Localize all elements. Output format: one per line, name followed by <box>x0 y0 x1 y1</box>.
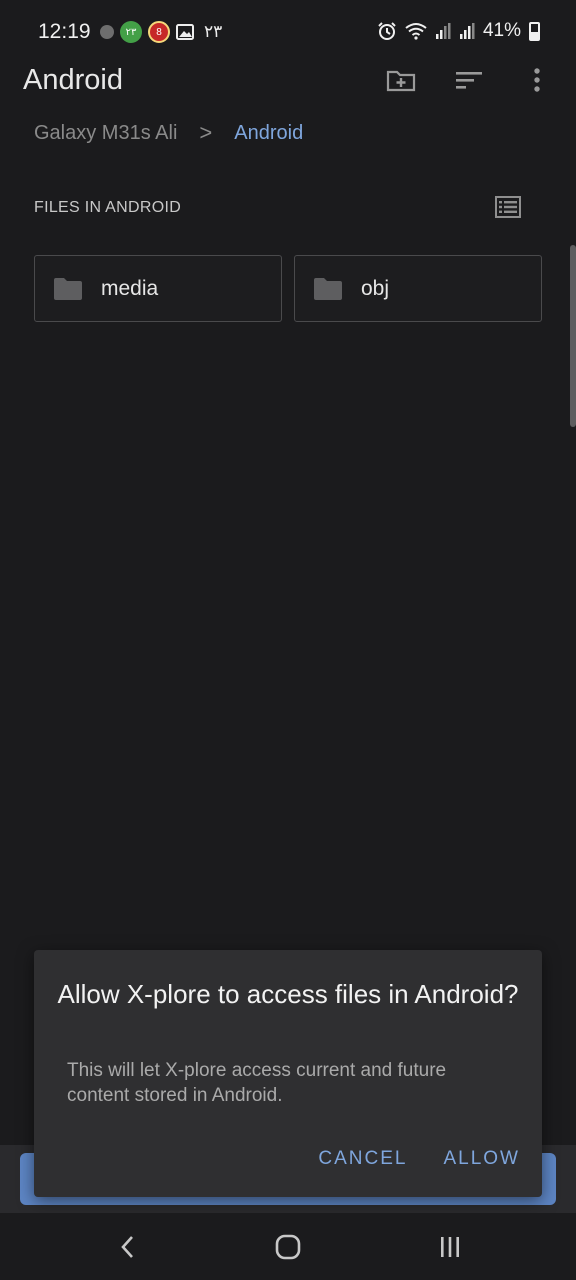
dialog-actions: CANCEL ALLOW <box>318 1148 520 1170</box>
folder-icon <box>54 277 82 300</box>
more-options-button[interactable] <box>520 62 554 98</box>
folder-name: obj <box>361 276 390 300</box>
breadcrumb-root[interactable]: Galaxy M31s Ali <box>34 122 177 145</box>
home-button[interactable] <box>268 1231 308 1263</box>
sort-icon <box>456 72 482 89</box>
sort-button[interactable] <box>452 62 486 98</box>
folder-icon <box>314 277 342 300</box>
folder-name: media <box>101 276 159 300</box>
cancel-button[interactable]: CANCEL <box>318 1148 407 1170</box>
battery-icon <box>529 21 540 41</box>
folder-item-obj[interactable]: obj <box>294 255 542 322</box>
signal-icon-2 <box>459 23 475 39</box>
section-header: FILES IN ANDROID <box>34 199 182 216</box>
notification-badge-green: ۲۳ <box>120 21 142 43</box>
navigation-bar <box>0 1213 576 1280</box>
toolbar <box>384 62 554 98</box>
list-view-toggle[interactable] <box>495 196 521 218</box>
notification-badge-red: 8 <box>148 21 170 43</box>
recents-icon <box>441 1237 459 1257</box>
signal-icon <box>435 23 451 39</box>
home-icon <box>275 1234 301 1260</box>
back-icon <box>121 1236 133 1258</box>
back-button[interactable] <box>107 1231 147 1263</box>
new-folder-icon <box>386 70 416 92</box>
new-folder-button[interactable] <box>384 62 418 98</box>
dialog-message: This will let X-plore access current and… <box>67 1060 447 1106</box>
dialog-title: Allow X-plore to access files in Android… <box>57 979 519 1009</box>
more-vert-icon <box>534 68 540 92</box>
breadcrumb: Galaxy M31s Ali > Android <box>34 120 303 146</box>
allow-button[interactable]: ALLOW <box>443 1148 520 1170</box>
status-digits: ۲۳ <box>204 22 223 41</box>
breadcrumb-current[interactable]: Android <box>234 122 303 145</box>
dot-icon <box>100 25 114 39</box>
folder-grid: media obj <box>34 255 542 322</box>
battery-percent: 41% <box>482 20 521 41</box>
scrollbar[interactable] <box>570 245 576 427</box>
notification-icons: ۲۳ 8 ۲۳ <box>100 21 222 43</box>
permission-dialog: Allow X-plore to access files in Android… <box>34 950 542 1197</box>
image-icon <box>176 24 194 40</box>
wifi-icon <box>405 23 427 40</box>
folder-item-media[interactable]: media <box>34 255 282 322</box>
page-title: Android <box>23 64 123 96</box>
system-icons: 41% <box>377 20 540 42</box>
status-bar: 12:19 ۲۳ 8 ۲۳ 41% <box>0 0 576 64</box>
list-view-icon <box>495 196 521 218</box>
recents-button[interactable] <box>430 1231 470 1263</box>
alarm-icon <box>378 22 396 40</box>
status-time: 12:19 <box>38 20 91 43</box>
chevron-right-icon: > <box>199 120 213 145</box>
